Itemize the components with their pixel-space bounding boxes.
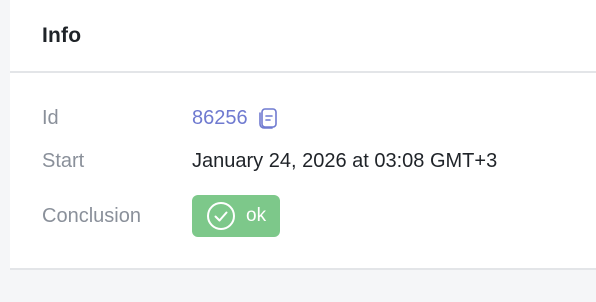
page: Info Id 86256 Start January 24, 2026 at … bbox=[0, 0, 596, 302]
card-title: Info bbox=[42, 23, 82, 47]
status-text: ok bbox=[246, 205, 267, 226]
check-circle-icon bbox=[206, 201, 236, 231]
id-label: Id bbox=[42, 106, 59, 129]
info-card: Info Id 86256 Start January 24, 2026 at … bbox=[10, 0, 596, 270]
id-link[interactable]: 86256 bbox=[192, 107, 248, 130]
id-value-group: 86256 bbox=[192, 106, 280, 130]
copy-icon[interactable] bbox=[256, 106, 280, 130]
status-badge: ok bbox=[192, 195, 281, 237]
conclusion-label: Conclusion bbox=[42, 204, 141, 227]
card-header: Info bbox=[10, 0, 596, 73]
start-value: January 24, 2026 at 03:08 GMT+3 bbox=[192, 150, 498, 172]
conclusion-row: Conclusion ok bbox=[42, 195, 281, 237]
start-label: Start bbox=[42, 150, 85, 172]
id-row: Id 86256 bbox=[42, 106, 280, 130]
start-row: Start January 24, 2026 at 03:08 GMT+3 bbox=[42, 150, 497, 173]
